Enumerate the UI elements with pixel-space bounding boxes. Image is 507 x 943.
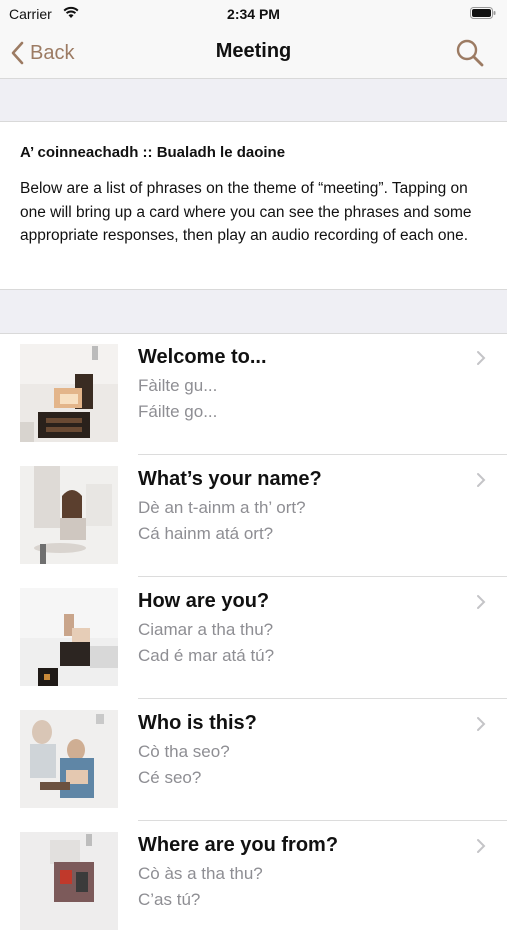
phrase-thumbnail [20,344,118,442]
chevron-right-icon [477,595,486,609]
status-bar: Carrier 2:34 PM [0,0,507,28]
chevron-right-icon [477,351,486,365]
chevron-right-icon [477,717,486,731]
phrase-irish: Cé seo? [138,768,202,787]
phrase-row-whats-your-name[interactable]: What’s your name? Dè an t-ainm a th’ ort… [0,455,507,577]
phrase-thumbnail [20,588,118,686]
phrase-title: Where are you from? [138,834,339,856]
phrase-scottish-gaelic: Cò tha seo? [138,742,230,761]
search-icon[interactable] [455,38,485,68]
phrase-irish: Fáilte go... [138,402,218,421]
navigation-bar: Back Meeting [0,28,507,79]
phrase-row-how-are-you[interactable]: How are you? Ciamar a tha thu? Cad é mar… [0,577,507,699]
page-title: Meeting [215,40,292,62]
phrase-irish: C’as tú? [138,890,201,909]
chevron-right-icon [477,839,486,853]
phrase-scottish-gaelic: Ciamar a tha thu? [138,620,274,639]
phrase-title: Who is this? [138,712,257,734]
section-spacer-top [0,79,507,122]
phrase-irish: Cad é mar atá tú? [138,646,275,665]
phrase-title: What’s your name? [138,468,322,490]
intro-description: Below are a list of phrases on the theme… [20,180,472,244]
phrase-row-where-are-you-from[interactable]: Where are you from? Cò às a tha thu? C’a… [0,821,507,943]
section-spacer-bottom [0,289,507,334]
phrase-thumbnail [20,710,118,808]
phrase-scottish-gaelic: Fàilte gu... [138,376,218,395]
intro-section: A’ coinneachadh :: Bualadh le daoine Bel… [0,122,507,289]
clock: 2:34 PM [227,6,280,22]
phrase-scottish-gaelic: Cò às a tha thu? [138,864,263,883]
phrase-list: Welcome to... Fàilte gu... Fáilte go... … [0,333,507,943]
phrase-thumbnail [20,466,118,564]
phrase-title: How are you? [138,590,270,612]
phrase-scottish-gaelic: Dè an t-ainm a th’ ort? [138,498,306,517]
phrase-title: Welcome to... [138,346,267,368]
phrase-row-who-is-this[interactable]: Who is this? Cò tha seo? Cé seo? [0,699,507,821]
phrase-thumbnail [20,832,118,930]
chevron-right-icon [477,473,486,487]
phrase-irish: Cá hainm atá ort? [138,524,274,543]
intro-title: A’ coinneachadh :: Bualadh le daoine [20,144,286,161]
battery-icon [470,7,496,19]
phrase-row-welcome[interactable]: Welcome to... Fàilte gu... Fáilte go... [0,333,507,455]
